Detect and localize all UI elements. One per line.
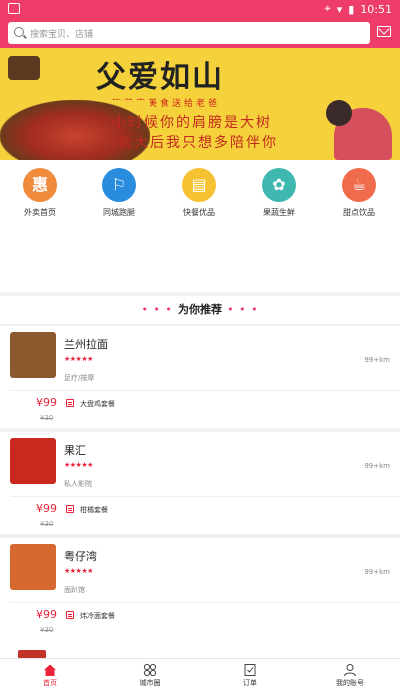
banner-line-2: 长大后我只想多陪伴你: [118, 135, 278, 151]
category-grid: 惠 外卖首页 ⚐ 同城跑腿 ▤ 快餐优品 ✿ 果蔬生鲜 ☕ 甜点饮品: [0, 160, 400, 292]
status-bar: ⌖ ▾ ▮ 10:51: [0, 0, 400, 18]
building-glyph: ▤: [191, 175, 207, 194]
tab-label: 城市圈: [139, 679, 161, 687]
deal-price: ¥99: [36, 396, 57, 409]
coffee-glyph: ☕: [351, 175, 367, 194]
original-price: ¥30: [40, 626, 54, 634]
tab-label: 我的账号: [336, 679, 364, 687]
rating-stars: ★★★★★: [64, 567, 93, 575]
coupon-icon: [66, 505, 74, 513]
bottom-tab-bar: 首页 城市圈 订单 我的账号: [0, 658, 400, 690]
category-fastfood[interactable]: ▤ 快餐优品: [164, 168, 234, 218]
shop-card-partial[interactable]: [0, 640, 400, 660]
status-icons: ⌖ ▾ ▮ 10:51: [325, 2, 393, 16]
category-label: 甜点饮品: [343, 208, 375, 217]
shop-name: 兰州拉面: [64, 338, 108, 351]
shop-name: 果汇: [64, 444, 86, 457]
category-dessert[interactable]: ☕ 甜点饮品: [324, 168, 394, 218]
deal-price: ¥99: [36, 608, 57, 621]
circles-icon: [143, 662, 157, 677]
search-placeholder: 搜索宝贝、店铺: [30, 30, 94, 40]
produce-glyph: ✿: [272, 175, 286, 194]
category-label: 外卖首页: [24, 208, 56, 217]
recommend-title: 为你推荐: [178, 303, 222, 316]
original-price: ¥30: [40, 520, 54, 528]
shop-card[interactable]: 兰州拉面 ★★★★★ 99+km 足疗/按摩 ¥99 ¥30 大盘鸡套餐: [0, 326, 400, 428]
shop-distance: 99+km: [364, 568, 390, 576]
divider: [10, 496, 400, 497]
shop-card[interactable]: 果汇 ★★★★★ 99+km 私人影院 ¥99 ¥30 柑橘套餐: [0, 432, 400, 534]
user-icon: [343, 662, 357, 677]
produce-icon: ✿: [262, 168, 296, 202]
tab-city-circle[interactable]: 城市圈: [120, 662, 180, 688]
tab-label: 订单: [243, 679, 257, 687]
status-time: 10:51: [360, 2, 392, 16]
order-icon: [243, 662, 257, 676]
category-errand[interactable]: ⚐ 同城跑腿: [84, 168, 154, 218]
category-takeout[interactable]: 惠 外卖首页: [5, 168, 75, 218]
deal-name[interactable]: 炜冷面套餐: [80, 611, 115, 621]
shop-thumbnail: [10, 544, 56, 590]
father-child-illustration: [326, 100, 392, 160]
category-label: 快餐优品: [183, 208, 215, 217]
category-label: 果蔬生鲜: [263, 208, 295, 217]
home-icon: [43, 662, 57, 676]
shop-distance: 99+km: [364, 356, 390, 364]
message-icon[interactable]: [377, 26, 391, 37]
location-icon: ⌖: [324, 2, 331, 15]
camera-illustration: [8, 56, 40, 80]
heading-dots-left: • • •: [141, 303, 173, 316]
wifi-icon: ▾: [336, 2, 343, 16]
tab-label: 首页: [43, 679, 57, 687]
coupon-icon: [66, 399, 74, 407]
tab-home[interactable]: 首页: [20, 662, 80, 688]
recommend-heading: • • • 为你推荐 • • •: [0, 296, 400, 324]
shop-card[interactable]: 粤仔湾 ★★★★★ 99+km 面趴馆 ¥99 ¥30 炜冷面套餐: [0, 538, 400, 640]
scooter-glyph: ⚐: [111, 175, 127, 194]
shop-thumbnail: [10, 332, 56, 378]
banner-line-1: 小时候你的肩膀是大树: [112, 115, 272, 131]
category-fresh[interactable]: ✿ 果蔬生鲜: [244, 168, 314, 218]
app-notification-icon: [8, 3, 20, 14]
promo-banner[interactable]: 父爱如山 吃健康美食送给老爸 小时候你的肩膀是大树 长大后我只想多陪伴你: [0, 48, 400, 160]
shop-name: 粤仔湾: [64, 550, 97, 563]
search-icon: [14, 27, 24, 37]
coffee-cup-icon: ☕: [342, 168, 376, 202]
heading-dots-right: • • •: [227, 303, 259, 316]
rating-stars: ★★★★★: [64, 355, 93, 363]
divider: [10, 602, 400, 603]
shop-category: 面趴馆: [64, 586, 85, 594]
category-label: 同城跑腿: [103, 208, 135, 217]
tab-account[interactable]: 我的账号: [320, 662, 380, 688]
deal-name[interactable]: 柑橘套餐: [80, 505, 108, 515]
coupon-icon: [66, 611, 74, 619]
search-input[interactable]: 搜索宝贝、店铺: [8, 22, 370, 44]
divider: [10, 390, 400, 391]
building-icon: ▤: [182, 168, 216, 202]
tab-orders[interactable]: 订单: [220, 662, 280, 688]
shop-thumbnail: [10, 438, 56, 484]
search-header: 搜索宝贝、店铺: [0, 18, 400, 48]
battery-icon: ▮: [348, 2, 355, 16]
shop-category: 私人影院: [64, 480, 92, 488]
rating-stars: ★★★★★: [64, 461, 93, 469]
takeout-glyph: 惠: [31, 175, 48, 194]
deal-name[interactable]: 大盘鸡套餐: [80, 399, 115, 409]
deal-price: ¥99: [36, 502, 57, 515]
original-price: ¥30: [40, 414, 54, 422]
scooter-icon: ⚐: [102, 168, 136, 202]
takeout-icon: 惠: [23, 168, 57, 202]
shop-distance: 99+km: [364, 462, 390, 470]
shop-category: 足疗/按摩: [64, 374, 95, 382]
banner-title: 父爱如山: [96, 60, 224, 95]
